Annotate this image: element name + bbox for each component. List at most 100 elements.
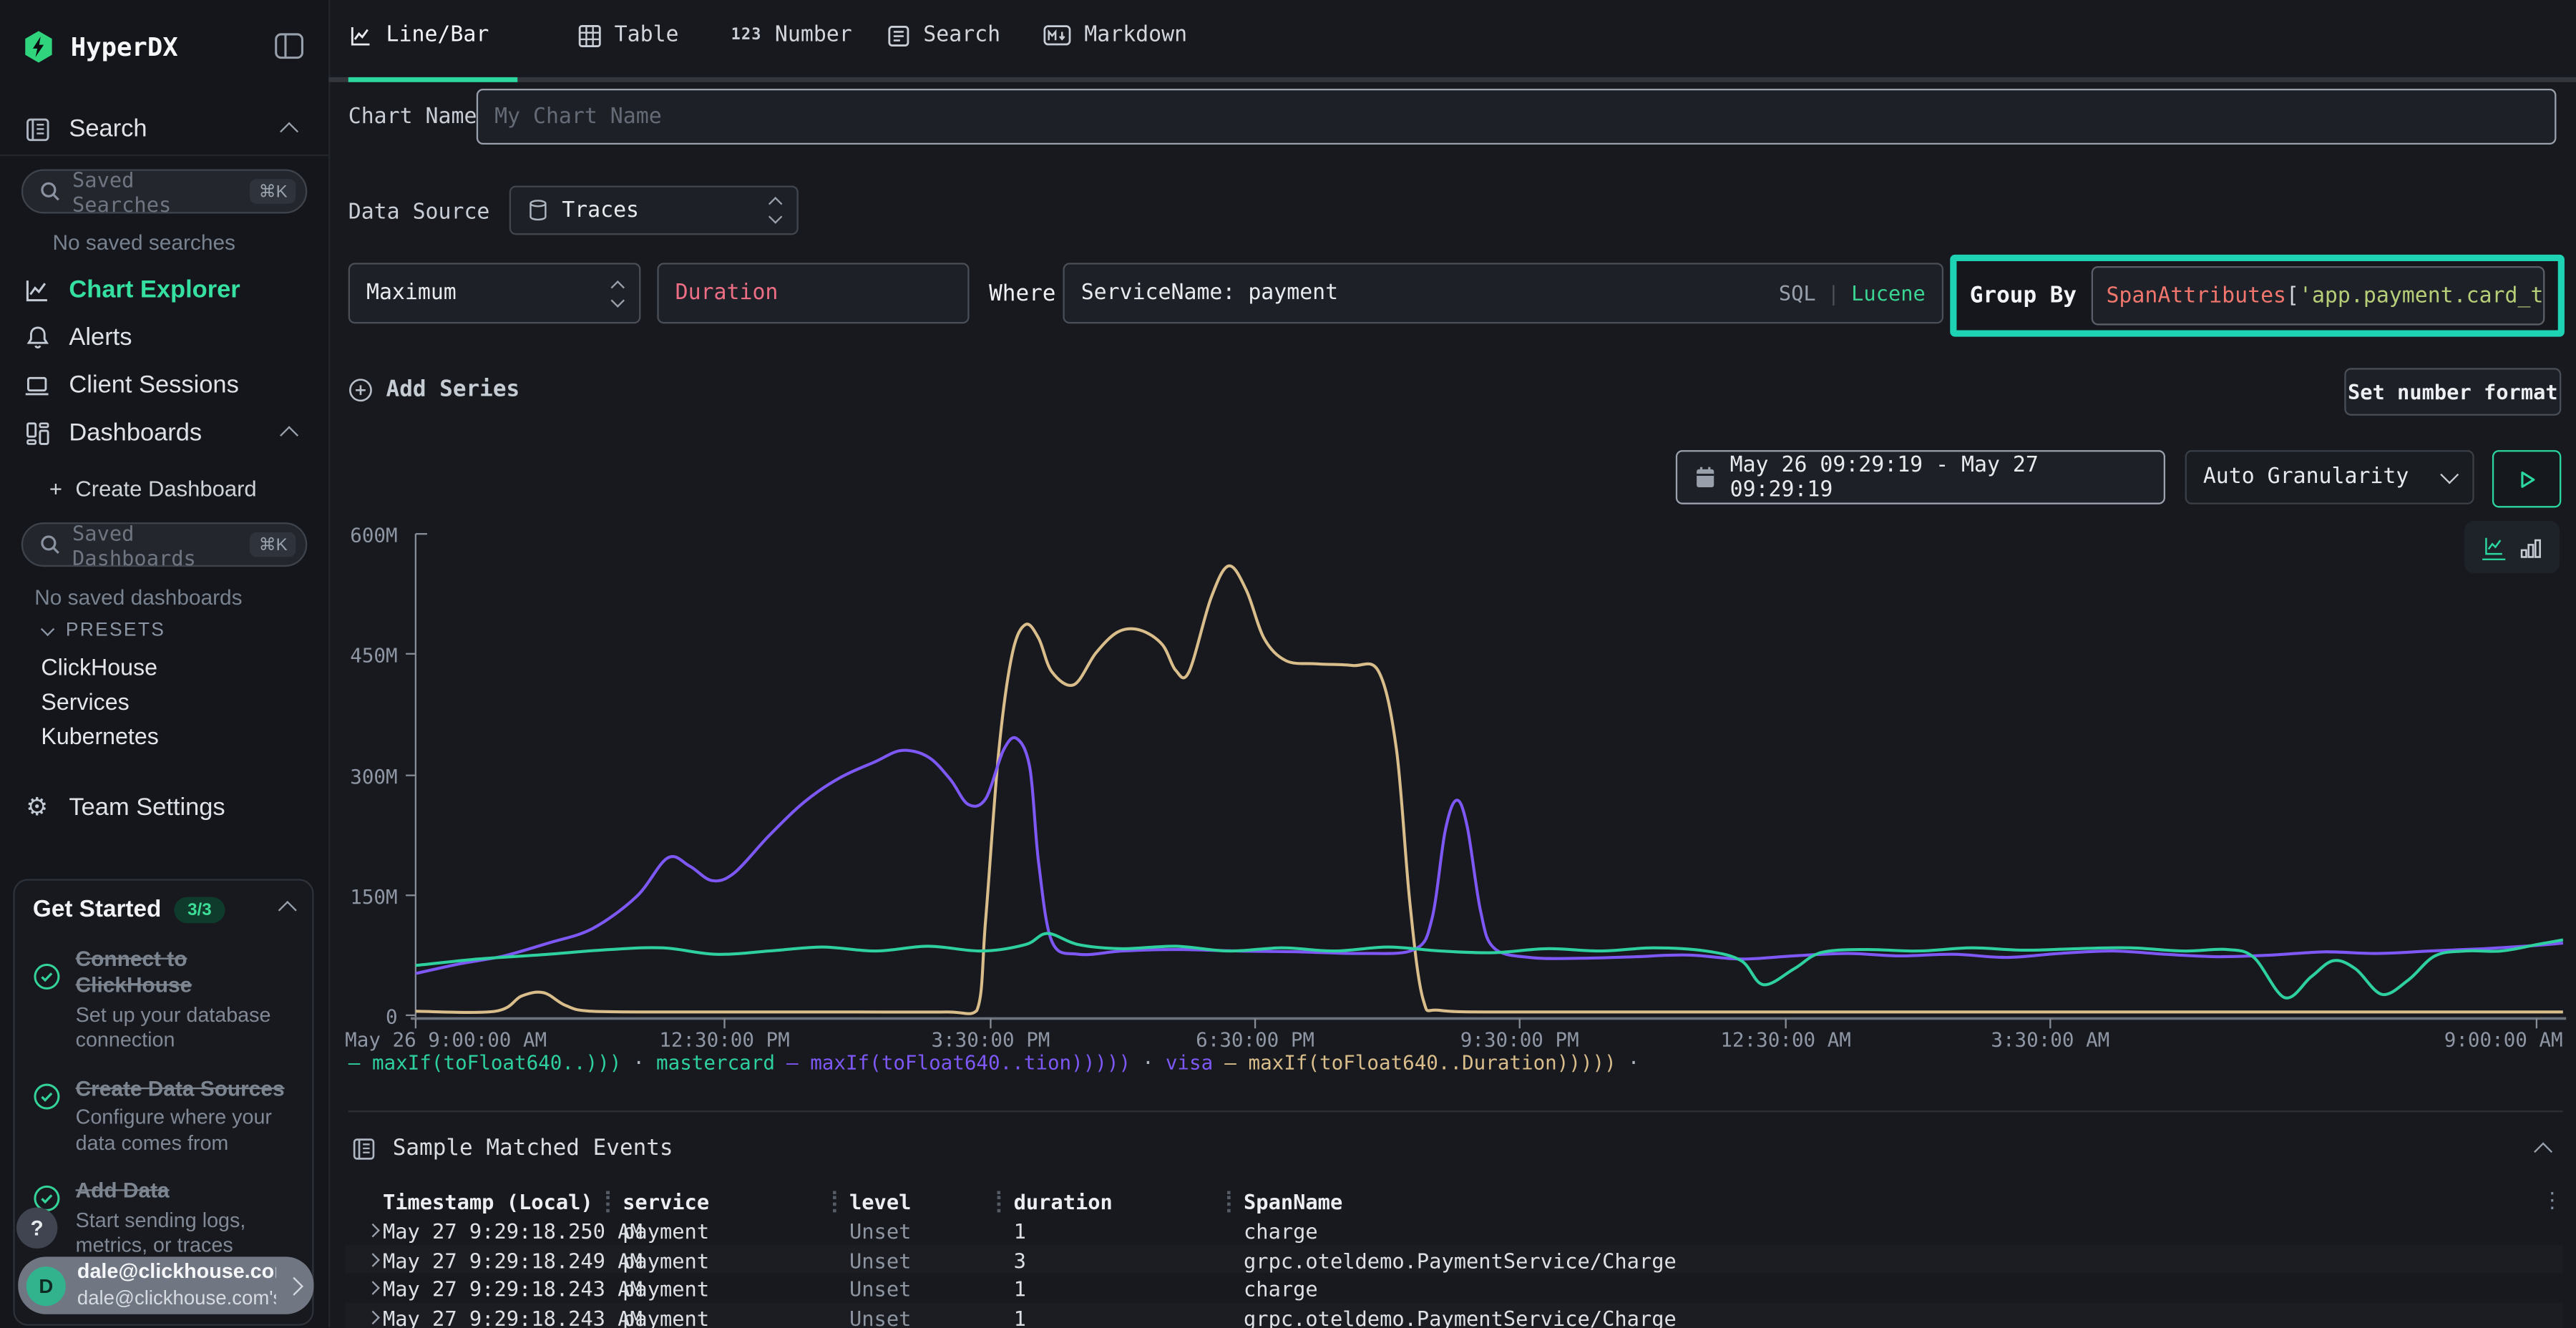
data-source-select[interactable]: Traces [509,185,799,235]
x-axis-tick: 3:30:00 PM [931,1028,1050,1051]
expand-row-icon[interactable] [366,1281,379,1295]
column-resize-handle[interactable] [1227,1191,1231,1213]
legend-group-visa[interactable]: visa [1166,1051,1213,1074]
checklist-desc: Set up your database connection [76,1003,294,1055]
preset-kubernetes[interactable]: Kubernetes [41,723,158,749]
add-series-button[interactable]: Add Series [348,376,519,403]
tab-line-bar[interactable]: Line/Bar [348,23,489,47]
table-menu-kebab-icon[interactable]: ⋮ [2542,1188,2563,1214]
expand-row-icon[interactable] [366,1224,379,1237]
aggregation-select[interactable]: Maximum [348,263,641,323]
sidebar: HyperDX Search Saved Searches ⌘K No save… [0,0,330,1327]
sql-option[interactable]: SQL [1779,281,1816,306]
search-icon [39,534,61,555]
lucene-option[interactable]: Lucene [1851,281,1926,306]
tab-search[interactable]: Search [887,23,1000,47]
y-axis-tick: 600M [328,524,397,547]
checklist-item-connect[interactable]: Connect to ClickHouse Set up your databa… [33,946,294,1054]
saved-searches-input[interactable]: Saved Searches ⌘K [21,169,307,213]
user-menu[interactable]: D dale@clickhouse.com dale@clickhouse.co… [18,1256,313,1314]
sidebar-section-search[interactable]: Search [23,115,147,143]
preset-services[interactable]: Services [41,688,129,715]
col-header-service[interactable]: service [623,1189,709,1214]
collapse-dashboards-icon[interactable] [280,426,298,444]
chart-name-input[interactable]: My Chart Name [477,89,2557,145]
table-row[interactable]: May 27 9:29:18.243 AM payment Unset 1 ch… [345,1274,2562,1302]
table-row[interactable]: May 27 9:29:18.249 AM payment Unset 3 gr… [345,1244,2562,1273]
sample-matched-events-header[interactable]: Sample Matched Events [351,1135,673,1161]
app-logo[interactable]: HyperDX [21,29,178,64]
granularity-value: Auto Granularity [2203,465,2409,489]
create-dashboard-button[interactable]: + Create Dashboard [49,477,257,501]
legend-series-name: maxIf(toFloat640..tion))))) [810,1051,1131,1074]
group-by-arg: 'app.payment.card_type' [2299,283,2545,308]
col-header-timestamp[interactable]: Timestamp (Local) [383,1189,593,1214]
data-source-value: Traces [562,198,639,223]
checklist-desc: Start sending logs, metrics, or traces [76,1209,294,1260]
query-language-toggle[interactable]: SQL | Lucene [1779,281,1926,306]
run-query-button[interactable] [2492,450,2561,507]
add-series-label: Add Series [386,376,520,403]
legend-dash: — [348,1051,361,1074]
preset-clickhouse[interactable]: ClickHouse [41,654,157,680]
help-question-mark: ? [31,1216,44,1240]
checklist-title: Add Data [76,1178,170,1203]
tab-number[interactable]: 123 Number [731,23,852,47]
x-axis-tick: 12:30:00 AM [1720,1028,1850,1051]
group-by-input[interactable]: SpanAttributes['app.payment.card_type'] [2092,266,2545,326]
column-resize-handle[interactable] [606,1191,610,1213]
column-resize-handle[interactable] [833,1191,836,1213]
expand-row-icon[interactable] [366,1252,379,1266]
legend-entry[interactable]: — maxIf(toFloat640..))) [348,1051,622,1074]
sidebar-item-client-sessions[interactable]: Client Sessions [23,371,239,399]
select-chevrons-icon [613,282,623,305]
checklist-title: Create Data Sources [76,1075,285,1100]
calendar-icon [1694,465,1717,489]
saved-dashboards-input[interactable]: Saved Dashboards ⌘K [21,522,307,567]
legend-group-mastercard[interactable]: mastercard [656,1051,775,1074]
check-circle-icon [33,1082,61,1156]
sidebar-item-label: Alerts [69,323,132,351]
help-button[interactable]: ? [16,1208,57,1249]
legend-entry[interactable]: — maxIf(toFloat640..tion))))) [786,1051,1131,1074]
checklist-item-add-data[interactable]: Add Data Start sending logs, metrics, or… [33,1178,294,1260]
tab-table[interactable]: Table [578,23,678,47]
sidebar-item-team-settings[interactable]: ⚙ Team Settings [23,792,225,821]
presets-section-toggle[interactable]: PRESETS [43,621,165,641]
database-icon [527,199,549,222]
hyperdx-logo-icon [21,29,56,64]
where-input[interactable]: ServiceName: payment SQL | Lucene [1063,263,1943,323]
chevron-down-icon [2440,466,2459,484]
checklist-item-datasources[interactable]: Create Data Sources Configure where your… [33,1075,294,1157]
set-number-format-button[interactable]: Set number format [2344,368,2561,416]
date-range-input[interactable]: May 26 09:29:19 - May 27 09:29:19 [1676,450,2165,504]
sidebar-item-dashboards[interactable]: Dashboards [23,419,202,446]
check-circle-icon [33,962,61,1054]
table-row[interactable]: May 27 9:29:18.243 AM payment Unset 1 gr… [345,1302,2562,1328]
expand-row-icon[interactable] [366,1310,379,1324]
search-icon [39,181,61,202]
timeseries-chart[interactable]: 600M 450M 300M 150M 0 May 26 9:00:00 AM … [328,522,2576,1071]
legend-entry[interactable]: — maxIf(toFloat640..Duration))))) [1224,1051,1616,1074]
col-header-level[interactable]: level [849,1189,911,1214]
sidebar-item-alerts[interactable]: Alerts [23,323,132,351]
active-tab-indicator [348,77,517,82]
collapse-search-icon[interactable] [280,122,298,141]
where-value: ServiceName: payment [1081,281,1338,306]
laptop-icon [23,372,51,399]
sidebar-item-chart-explorer[interactable]: Chart Explorer [23,276,240,304]
collapse-events-icon[interactable] [2534,1142,2552,1161]
group-by-fn: SpanAttributes [2106,283,2286,308]
screen: HyperDX Search Saved Searches ⌘K No save… [0,0,2576,1328]
markdown-icon [1043,24,1071,46]
field-input[interactable]: Duration [657,263,969,323]
collapse-sidebar-icon[interactable] [274,33,303,59]
tab-markdown[interactable]: Markdown [1043,23,1187,47]
col-header-duration[interactable]: duration [1014,1189,1113,1214]
group-by-label: Group By [1970,283,2077,309]
granularity-select[interactable]: Auto Granularity [2185,450,2474,504]
table-row[interactable]: May 27 9:29:18.250 AM payment Unset 1 ch… [345,1216,2562,1244]
col-header-spanname[interactable]: SpanName [1244,1189,1342,1214]
column-resize-handle[interactable] [997,1191,1001,1213]
collapse-get-started-icon[interactable] [278,901,297,919]
